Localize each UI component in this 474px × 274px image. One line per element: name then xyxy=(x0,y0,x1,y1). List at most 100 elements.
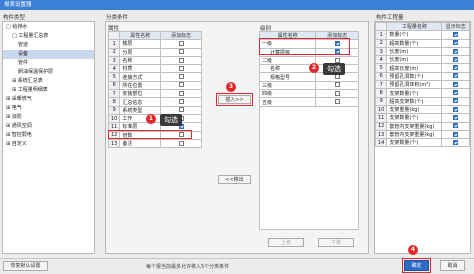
attribute-row[interactable]: 6 所在位置 xyxy=(107,80,202,91)
attribute-row[interactable]: 4 材质 xyxy=(107,64,202,74)
add-flag-checkbox[interactable] xyxy=(178,90,184,96)
level-row[interactable]: 四级 xyxy=(258,89,359,99)
attr-add-header: 添加标志 xyxy=(160,30,202,41)
tree-item[interactable]: □ 给排水 xyxy=(3,23,94,32)
level-flag-checkbox[interactable] xyxy=(334,82,340,88)
show-flag-checkbox[interactable] xyxy=(453,114,459,120)
tree-item[interactable]: ⊞ 智控弱电 xyxy=(3,131,94,140)
tree-item[interactable]: ⊞ 采暖燃气 xyxy=(3,95,94,104)
attribute-name: 安装部位 xyxy=(119,89,162,99)
add-flag-cell xyxy=(160,64,202,74)
qty-name-header: 工程量名称 xyxy=(386,21,443,32)
show-flag-checkbox[interactable] xyxy=(453,40,459,46)
show-flag-checkbox[interactable] xyxy=(453,48,459,54)
level-flag-checkbox[interactable] xyxy=(334,57,340,63)
restore-defaults-button[interactable]: 恢复默认设置 xyxy=(3,261,48,271)
show-flag-cell xyxy=(441,46,470,57)
attribute-row[interactable]: 7 安装部位 xyxy=(107,89,202,99)
tree-item[interactable]: ⊞ 自定义 xyxy=(3,140,94,149)
tree-item[interactable]: ⊞ 消防 xyxy=(3,113,94,122)
quantity-row[interactable]: 9 超高支架数(个) xyxy=(374,96,470,106)
show-flag-checkbox[interactable] xyxy=(453,106,459,112)
show-flag-checkbox[interactable] xyxy=(453,56,459,62)
quantity-name: 支架数量(个) xyxy=(386,138,443,148)
status-text: 每个报当前最多允许移入5个分类条件 xyxy=(146,264,230,270)
add-flag-checkbox[interactable] xyxy=(178,57,184,63)
component-type-tree[interactable]: □ 给排水 □ 工程量汇总表 管道 设备 管件 刷油保温保护层 ⊞ 系统汇总表 ⊞ 工程量明细… xyxy=(2,21,95,254)
level-flag-checkbox[interactable] xyxy=(334,90,340,96)
add-flag-checkbox[interactable] xyxy=(178,74,184,80)
quantity-row[interactable]: 12 套管内支架重量(kg) xyxy=(374,121,470,131)
add-flag-checkbox[interactable] xyxy=(178,140,184,146)
show-flag-cell xyxy=(441,113,470,123)
move-up-button[interactable]: 上移 xyxy=(268,238,304,247)
show-flag-checkbox[interactable] xyxy=(453,81,459,87)
remove-button[interactable]: <<移出 xyxy=(218,175,251,184)
level-row[interactable]: 五级 xyxy=(258,97,359,107)
highlight-insert-button xyxy=(216,93,253,106)
step-4-badge: 4 xyxy=(408,245,418,255)
level-row[interactable]: 三级 xyxy=(258,80,359,91)
add-flag-checkbox[interactable] xyxy=(178,40,184,46)
quantity-row[interactable]: 11 支架数量(个) xyxy=(374,113,470,123)
add-flag-checkbox[interactable] xyxy=(178,99,184,105)
tree-item[interactable]: 刷油保温保护层 xyxy=(3,68,94,77)
cancel-button[interactable]: 取消 xyxy=(440,260,465,271)
show-flag-cell xyxy=(441,129,470,140)
quantity-row[interactable]: 8 支架数量(个) xyxy=(374,88,470,98)
tree-item[interactable]: 管道 xyxy=(3,41,94,50)
add-flag-checkbox[interactable] xyxy=(178,49,184,55)
show-flag-checkbox[interactable] xyxy=(453,139,459,145)
level-flag-checkbox[interactable] xyxy=(334,99,340,105)
quantity-row[interactable]: 2 超高数量(个) xyxy=(374,38,470,48)
attribute-row[interactable]: 3 名称 xyxy=(107,55,202,66)
quantity-row[interactable]: 14 支架数量(个) xyxy=(374,138,470,148)
row-number: 5 xyxy=(107,72,121,82)
tree-item[interactable]: ⊞ 系统汇总表 xyxy=(3,77,94,86)
quantity-row[interactable]: 10 支架重量(kg) xyxy=(374,104,470,115)
tip-check-2: 勾选 xyxy=(323,63,345,75)
tree-item[interactable]: 管件 xyxy=(3,59,94,68)
row-number: 9 xyxy=(374,96,388,106)
add-flag-checkbox[interactable] xyxy=(178,82,184,88)
show-flag-checkbox[interactable] xyxy=(453,31,459,37)
attribute-row[interactable]: 13 备注 xyxy=(107,138,202,149)
quantity-row[interactable]: 4 长度(m) xyxy=(374,55,470,65)
show-flag-checkbox[interactable] xyxy=(453,98,459,104)
show-flag-checkbox[interactable] xyxy=(453,90,459,96)
quantity-row[interactable]: 7 预留孔洞体积(m³) xyxy=(374,80,470,90)
quantity-row[interactable]: 13 套管内支架重量(kg) xyxy=(374,129,470,140)
show-flag-checkbox[interactable] xyxy=(453,73,459,79)
qty-num-header xyxy=(374,21,388,32)
row-number: 2 xyxy=(374,38,388,48)
tree-item[interactable]: ⊞ 电气 xyxy=(3,104,94,113)
left-panel-header: 构件类型 xyxy=(3,15,26,21)
show-flag-checkbox[interactable] xyxy=(453,131,459,137)
quantity-name: 支架数量(个) xyxy=(386,88,443,98)
quantity-name: 支架数量(个) xyxy=(386,113,443,123)
row-number: 5 xyxy=(374,63,388,73)
tree-item[interactable]: ⊞ 工程量明细表 xyxy=(3,86,94,95)
tree-item[interactable]: ⊞ 通风空调 xyxy=(3,122,94,131)
quantity-row[interactable]: 1 数量(个) xyxy=(374,30,470,40)
attribute-row[interactable]: 9 系统类型 xyxy=(107,105,202,115)
tree-item[interactable]: □ 工程量汇总表 xyxy=(3,32,94,41)
quantity-row[interactable]: 3 长度(m) xyxy=(374,46,470,57)
tree-item[interactable]: 设备 xyxy=(3,50,94,59)
quantity-row[interactable]: 5 超高长度(m) xyxy=(374,63,470,73)
attribute-row[interactable]: 8 汇总信息 xyxy=(107,97,202,107)
quantity-table: 工程量名称 显示标志 1 数量(个) 2 超高数量(个) 3 长度(m) 4 长度(m) 5 超高长… xyxy=(374,21,470,148)
add-flag-checkbox[interactable] xyxy=(178,65,184,71)
attribute-row[interactable]: 1 楼层 xyxy=(107,39,202,49)
row-number: 13 xyxy=(107,138,121,149)
quantity-row[interactable]: 6 预留孔洞数(个) xyxy=(374,71,470,82)
attribute-row[interactable]: 5 连接方式 xyxy=(107,72,202,82)
row-number: 7 xyxy=(107,89,121,99)
move-down-button[interactable]: 下移 xyxy=(318,238,354,247)
row-number: 8 xyxy=(374,88,388,98)
quantity-name: 超高数量(个) xyxy=(386,38,443,48)
attribute-row[interactable]: 2 分层 xyxy=(107,47,202,57)
show-flag-checkbox[interactable] xyxy=(453,65,459,71)
show-flag-checkbox[interactable] xyxy=(453,123,459,129)
add-flag-checkbox[interactable] xyxy=(178,107,184,113)
